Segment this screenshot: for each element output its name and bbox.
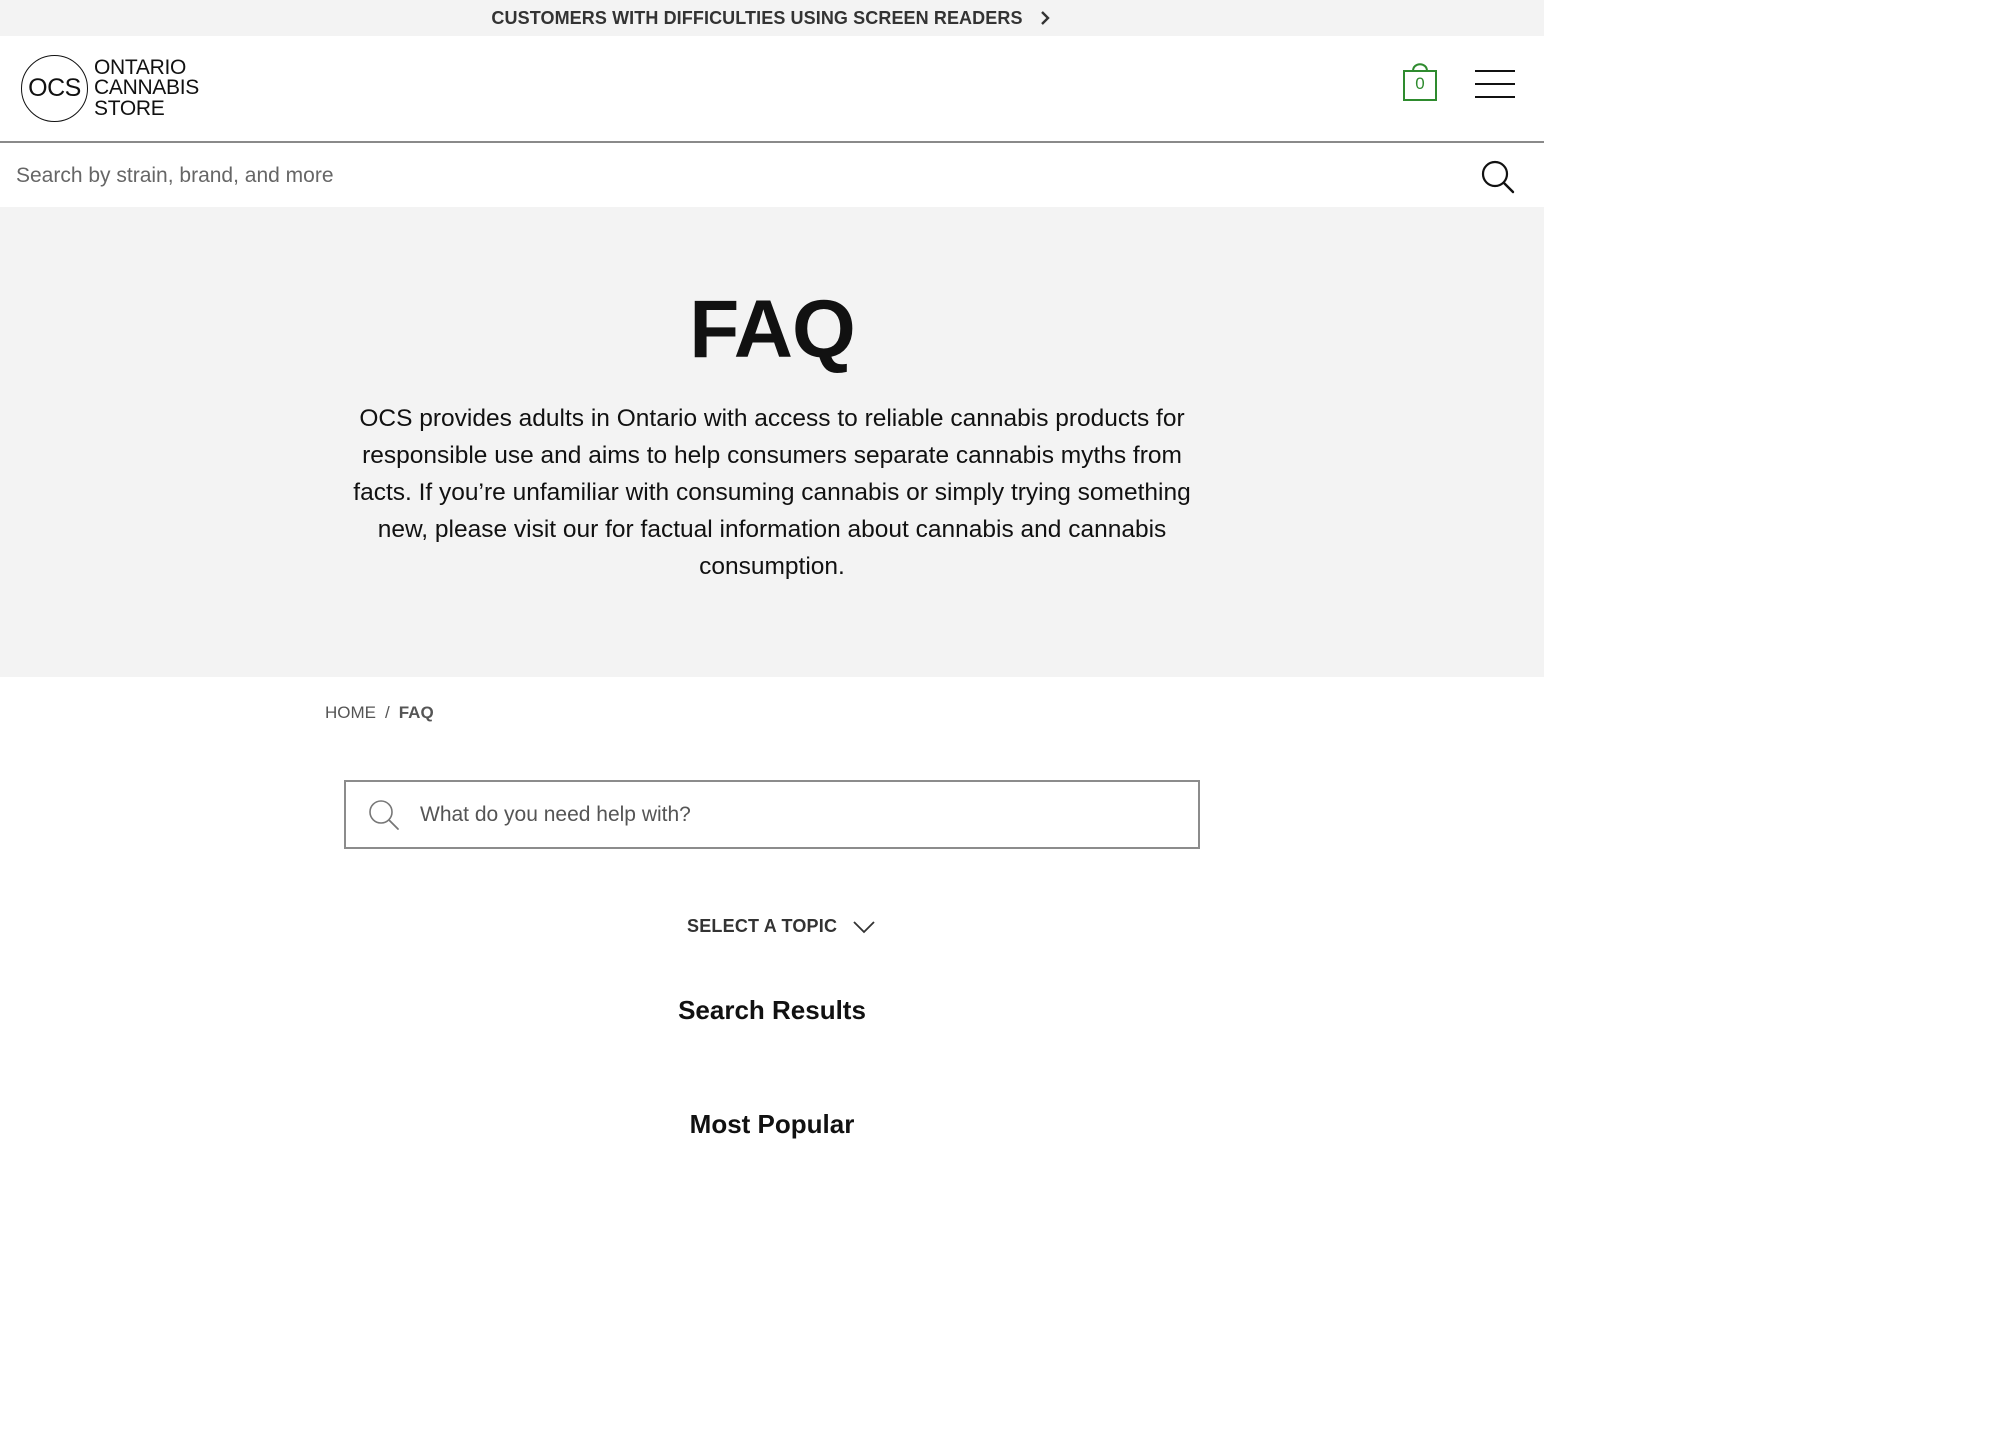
topic-select-label: SELECT A TOPIC [687,916,838,936]
screen-reader-banner-link[interactable]: CUSTOMERS WITH DIFFICULTIES USING SCREEN… [0,0,1544,36]
hamburger-line-icon [1475,96,1515,98]
logo-mark: OCS [21,55,88,122]
faq-hero: FAQ OCS provides adults in Ontario with … [0,207,1544,677]
page: CUSTOMERS WITH DIFFICULTIES USING SCREEN… [0,0,1544,1452]
breadcrumb: HOME / FAQ [325,703,434,723]
faq-search-box [344,780,1200,849]
page-title: FAQ [689,284,856,375]
site-header: OCS ONTARIO CANNABIS STORE 0 [0,36,1544,143]
cart-count: 0 [1415,74,1425,93]
search-icon[interactable] [1480,159,1516,195]
breadcrumb-home[interactable]: HOME [325,703,376,723]
logo-line-1: ONTARIO [94,55,187,79]
search-icon [369,800,399,830]
banner-text: CUSTOMERS WITH DIFFICULTIES USING SCREEN… [491,7,1023,28]
chevron-right-icon [1040,11,1050,25]
logo-line-2: CANNABIS [94,76,199,100]
hamburger-line-icon [1475,70,1515,72]
hamburger-line-icon [1475,83,1515,85]
logo-wordmark: ONTARIO CANNABIS STORE [94,55,199,120]
menu-button[interactable] [1475,70,1515,102]
breadcrumb-current: FAQ [398,703,434,722]
topic-select-dropdown[interactable]: SELECT A TOPIC [687,916,875,937]
site-search-bar [0,145,1544,207]
most-popular-heading: Most Popular [689,1109,855,1139]
hero-description: OCS provides adults in Ontario with acce… [353,405,1191,580]
search-results-heading: Search Results [678,995,866,1025]
breadcrumb-separator: / [385,703,390,722]
faq-search-input[interactable] [420,782,1180,847]
chevron-down-icon [853,920,875,933]
ocs-logo[interactable]: OCS ONTARIO CANNABIS STORE [21,55,199,122]
empty-margin [1544,0,2000,1452]
logo-line-3: STORE [94,96,165,120]
cart-button[interactable]: 0 [1401,60,1439,102]
site-search-input[interactable] [0,145,1460,207]
